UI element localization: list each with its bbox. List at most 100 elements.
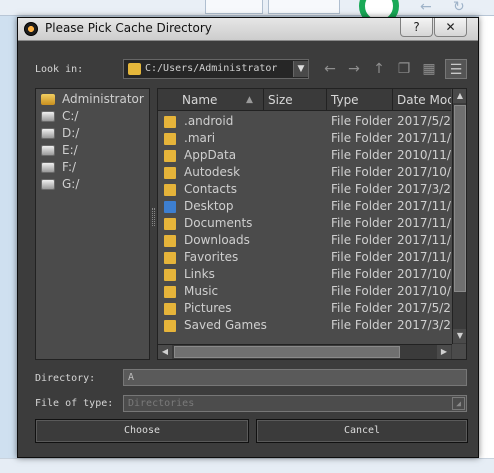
file-name: Autodesk [184, 165, 241, 179]
background-refresh-icon: ↻ [453, 0, 465, 15]
file-name: Links [184, 267, 215, 281]
file-type: File Folder [331, 199, 392, 213]
file-name: Desktop [184, 199, 234, 213]
file-date: 2017/10/3 [397, 165, 451, 179]
splitter-handle[interactable] [152, 208, 155, 226]
folder-icon [164, 133, 176, 145]
file-name: Pictures [184, 301, 232, 315]
scroll-down-icon[interactable]: ▼ [453, 329, 466, 343]
drive-icon [41, 128, 55, 139]
file-date: 2017/11/2 [397, 131, 451, 145]
pictures-folder-icon [164, 303, 176, 315]
file-row[interactable]: .android File Folder 2017/5/25 [158, 113, 451, 130]
file-row[interactable]: AppData File Folder 2010/11/2 [158, 147, 451, 164]
folder-icon [164, 150, 176, 162]
file-row[interactable]: Pictures File Folder 2017/5/24 [158, 300, 451, 317]
forward-button[interactable]: → [343, 59, 365, 79]
back-button[interactable]: ← [319, 59, 341, 79]
sidebar-item-label: D:/ [62, 126, 80, 140]
file-name: .android [184, 114, 234, 128]
icon-view-button[interactable]: ▦ [418, 59, 440, 79]
file-row[interactable]: Desktop File Folder 2017/11/2 [158, 198, 451, 215]
sidebar-item-label: C:/ [62, 109, 79, 123]
file-type: File Folder [331, 114, 392, 128]
horizontal-scroll-thumb[interactable] [174, 346, 400, 358]
directory-input[interactable]: A [123, 369, 467, 386]
sort-ascending-icon: ▲ [246, 95, 253, 105]
documents-folder-icon [164, 218, 176, 230]
file-date: 2010/11/2 [397, 148, 451, 162]
desktop-icon [164, 201, 176, 213]
file-row[interactable]: Autodesk File Folder 2017/10/3 [158, 164, 451, 181]
title-bar[interactable]: Please Pick Cache Directory ? ✕ [18, 18, 478, 41]
file-row[interactable]: Links File Folder 2017/10/3 [158, 266, 451, 283]
sidebar-item-d-drive[interactable]: D:/ [40, 125, 148, 142]
sidebar-item-c-drive[interactable]: C:/ [40, 108, 148, 125]
file-row[interactable]: .mari File Folder 2017/11/2 [158, 130, 451, 147]
file-type: File Folder [331, 301, 392, 315]
folder-icon [164, 167, 176, 179]
scroll-right-icon[interactable]: ▶ [437, 345, 451, 359]
chevron-down-icon[interactable]: ▼ [293, 61, 308, 77]
file-row[interactable]: Saved Games File Folder 2017/3/27 [158, 317, 451, 334]
sidebar-item-e-drive[interactable]: E:/ [40, 142, 148, 159]
file-type-select: Directories ◢ [123, 395, 467, 412]
parent-directory-button[interactable]: ↑ [368, 59, 390, 79]
column-header-name[interactable]: Name ▲ [158, 89, 264, 111]
file-date: 2017/3/27 [397, 318, 451, 332]
column-header-date[interactable]: Date Mod [393, 89, 451, 111]
detail-view-button[interactable]: ☰ [445, 59, 467, 79]
scroll-up-icon[interactable]: ▲ [453, 89, 466, 103]
file-row[interactable]: Downloads File Folder 2017/11/3 [158, 232, 451, 249]
music-folder-icon [164, 286, 176, 298]
file-row[interactable]: Favorites File Folder 2017/11/3 [158, 249, 451, 266]
favorites-folder-icon [164, 252, 176, 264]
pick-cache-directory-dialog: Please Pick Cache Directory ? ✕ Look in:… [17, 17, 479, 458]
new-folder-button[interactable]: ❐ [393, 59, 415, 79]
cancel-button[interactable]: Cancel [256, 419, 468, 443]
file-name: Saved Games [184, 318, 267, 332]
sidebar-item-g-drive[interactable]: G:/ [40, 176, 148, 193]
file-date: 2017/11/2 [397, 199, 451, 213]
file-name: Documents [184, 216, 253, 230]
user-folder-icon [41, 94, 55, 105]
file-date: 2017/11/3 [397, 233, 451, 247]
sidebar-item-administrator[interactable]: Administrator [40, 91, 148, 108]
sidebar-item-label: F:/ [62, 160, 77, 174]
vertical-scroll-thumb[interactable] [454, 105, 466, 292]
file-type: File Folder [331, 216, 392, 230]
file-list-header: Name ▲ Size Type Date Mod [158, 89, 451, 111]
background-tab [205, 0, 263, 14]
file-type: File Folder [331, 182, 392, 196]
horizontal-scrollbar[interactable]: ◀ ▶ [158, 344, 452, 359]
drive-icon [41, 162, 55, 173]
file-row[interactable]: Music File Folder 2017/10/2 [158, 283, 451, 300]
background-window-toolbar: ← ↻ [0, 0, 494, 26]
directory-label: Directory: [35, 373, 96, 384]
file-date: 2017/10/2 [397, 284, 451, 298]
column-header-label: Name [182, 93, 218, 107]
app-icon [24, 22, 38, 36]
scroll-left-icon[interactable]: ◀ [158, 345, 172, 359]
file-row[interactable]: Documents File Folder 2017/11/2 [158, 215, 451, 232]
dialog-title: Please Pick Cache Directory [45, 21, 212, 35]
drive-icon [41, 179, 55, 190]
file-date: 2017/3/27 [397, 182, 451, 196]
sidebar-item-label: Administrator [62, 92, 144, 106]
file-row[interactable]: Contacts File Folder 2017/3/27 [158, 181, 451, 198]
background-back-icon: ← [420, 0, 432, 15]
chevron-down-icon: ◢ [452, 397, 465, 410]
column-header-type[interactable]: Type [327, 89, 393, 111]
close-button[interactable]: ✕ [434, 18, 467, 37]
sidebar-item-f-drive[interactable]: F:/ [40, 159, 148, 176]
look-in-label: Look in: [35, 64, 84, 75]
choose-button[interactable]: Choose [35, 419, 249, 443]
background-window-bottom [0, 458, 494, 473]
vertical-scrollbar[interactable]: ▲ ▼ [452, 89, 466, 344]
file-type-value: Directories [128, 398, 195, 409]
sidebar-item-label: G:/ [62, 177, 80, 191]
help-button[interactable]: ? [400, 18, 433, 37]
look-in-combobox[interactable]: C:/Users/Administrator ▼ [123, 59, 309, 79]
drive-icon [41, 111, 55, 122]
column-header-size[interactable]: Size [264, 89, 327, 111]
